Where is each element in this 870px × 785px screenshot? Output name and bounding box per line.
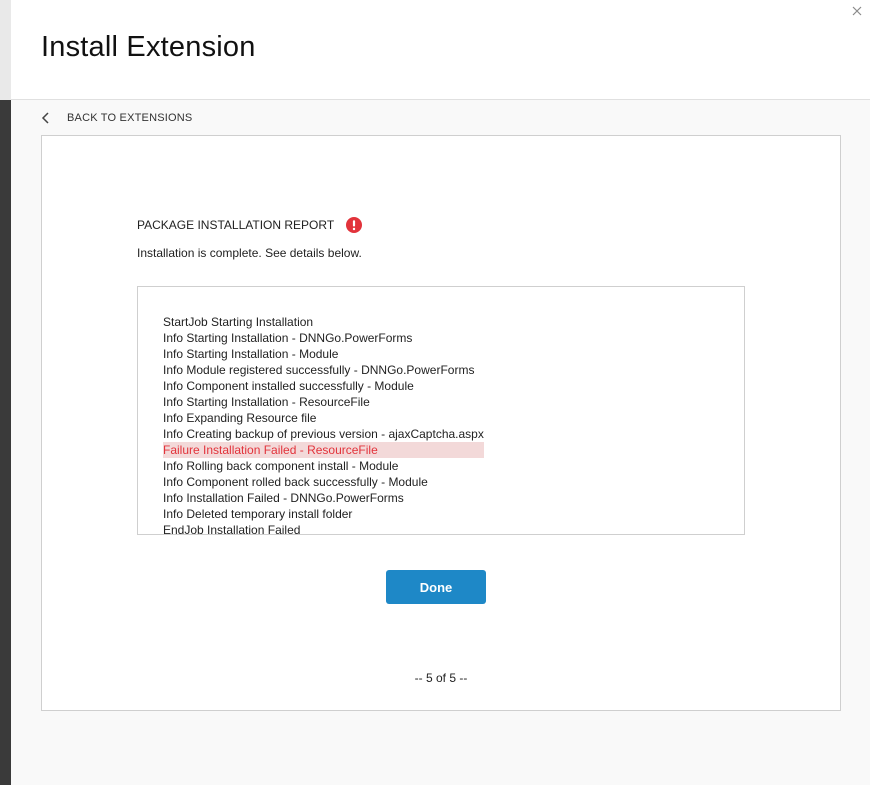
log-line: EndJob Installation Failed: [163, 523, 301, 535]
log-line: Info Creating backup of previous version…: [163, 427, 484, 441]
log-line: Info Component rolled back successfully …: [163, 475, 428, 489]
log-line: Info Deleted temporary install folder: [163, 507, 353, 521]
installation-log-list: StartJob Starting Installation Info Start…: [163, 314, 484, 535]
page-indicator: -- 5 of 5 --: [414, 671, 468, 685]
log-line: Info Rolling back component install - Mo…: [163, 459, 399, 473]
log-line: Info Module registered successfully - DN…: [163, 363, 475, 377]
dialog-title: Install Extension: [41, 31, 256, 63]
log-line-failure: Failure Installation Failed - ResourceFi…: [163, 442, 484, 458]
back-to-extensions-link[interactable]: BACK TO EXTENSIONS: [40, 109, 192, 127]
dialog-header: Install Extension: [11, 0, 870, 100]
log-line: Info Starting Installation - Module: [163, 347, 339, 361]
back-to-extensions-label: BACK TO EXTENSIONS: [67, 112, 193, 124]
log-line: Info Expanding Resource file: [163, 411, 317, 425]
installation-report-panel: PACKAGE INSTALLATION REPORT Installation…: [41, 135, 841, 711]
chevron-left-icon: [40, 111, 52, 125]
background-page-strip-top: [0, 0, 11, 100]
installation-log-box[interactable]: StartJob Starting Installation Info Start…: [137, 286, 745, 535]
log-line: StartJob Starting Installation: [163, 315, 314, 329]
alert-circle-icon: [346, 217, 363, 233]
log-line: Info Starting Installation - ResourceFil…: [163, 395, 370, 409]
report-title: PACKAGE INSTALLATION REPORT: [137, 218, 335, 232]
background-page-strip: [0, 0, 11, 785]
done-button[interactable]: Done: [386, 570, 486, 604]
log-line: Info Starting Installation - DNNGo.Power…: [163, 331, 413, 345]
report-title-row: PACKAGE INSTALLATION REPORT: [137, 217, 363, 233]
close-icon[interactable]: [850, 4, 864, 18]
log-line: Info Component installed successfully - …: [163, 379, 414, 393]
report-subtitle: Installation is complete. See details be…: [137, 246, 362, 260]
log-line: Info Installation Failed - DNNGo.PowerFo…: [163, 491, 404, 505]
